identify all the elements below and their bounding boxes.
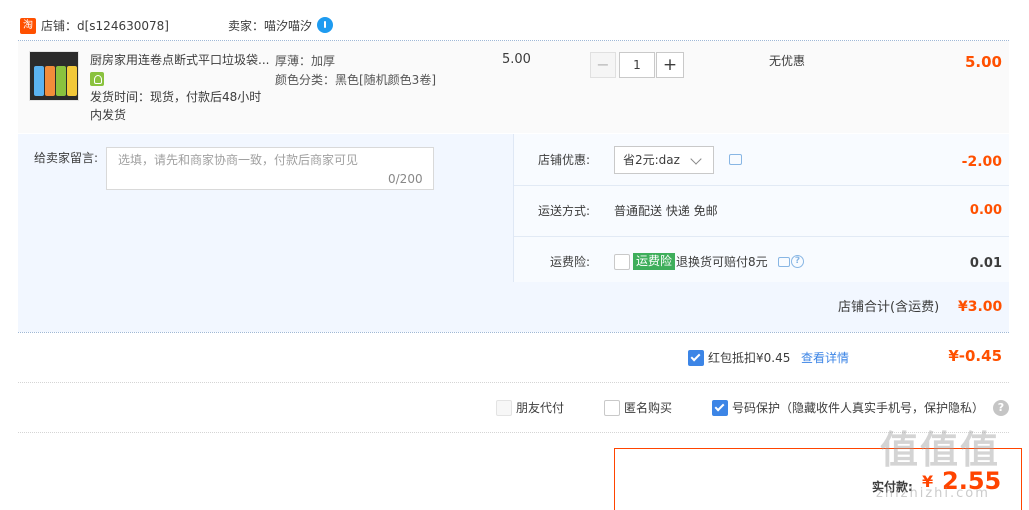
shipping-insurance-text: 退换货可赔付8元	[676, 255, 768, 269]
red-packet-amount: ¥-0.45	[948, 347, 1002, 365]
promo-badge-icon	[90, 72, 104, 86]
check-icon	[690, 351, 701, 362]
taobao-icon: 淘	[20, 18, 36, 34]
unit-price: 5.00	[502, 52, 531, 67]
spec-thickness: 厚薄：加厚	[275, 54, 336, 68]
ship-time: 发货时间：现货，付款后48小时内发货	[90, 90, 262, 122]
shop-discount-amount: -2.00	[961, 154, 1002, 170]
quantity-input[interactable]: 1	[619, 52, 655, 78]
comment-icon[interactable]	[778, 257, 790, 267]
product-thumbnail[interactable]	[29, 51, 79, 101]
help-icon[interactable]: ?	[993, 400, 1009, 416]
red-packet-details-link[interactable]: 查看详情	[801, 350, 849, 366]
product-image-detail	[45, 66, 55, 96]
shipping-insurance-amount: 0.01	[969, 256, 1002, 271]
divider	[18, 332, 1009, 333]
shipping-insurance-badge: 运费险	[633, 253, 676, 270]
quantity-plus-button[interactable]: +	[656, 52, 684, 78]
seller-name[interactable]: 卖家：喵汐喵汐	[228, 18, 312, 34]
divider	[514, 185, 1009, 186]
check-icon	[714, 401, 725, 412]
seller-message-label: 给卖家留言:	[34, 151, 99, 165]
seller-message-placeholder: 选填，请先和商家协商一致，付款后商家可见	[118, 153, 359, 167]
number-protection-checkbox[interactable]	[712, 400, 728, 416]
seller-message-counter: 0/200	[388, 172, 423, 186]
shipping-method-value: 普通配送 快递 免邮	[614, 204, 718, 218]
spec-color: 颜色分类：黑色[随机颜色3卷]	[275, 73, 436, 87]
comment-icon[interactable]	[729, 154, 742, 165]
friend-pay-checkbox[interactable]	[496, 400, 512, 416]
shop-discount-label: 店铺优惠:	[538, 153, 591, 167]
item-discount-text: 无优惠	[769, 54, 806, 68]
chat-icon[interactable]	[317, 17, 333, 33]
shop-name-link[interactable]: 店铺：d[s124630078]	[41, 18, 169, 34]
item-total-price: 5.00	[964, 53, 1002, 71]
divider	[514, 236, 1009, 237]
shipping-amount: 0.00	[969, 203, 1002, 218]
red-packet-text: 红包抵扣¥0.45	[708, 351, 791, 365]
number-protection-label: 号码保护（隐藏收件人真实手机号，保护隐私）	[732, 401, 985, 415]
product-image-detail	[56, 66, 66, 96]
shop-total-amount: ¥3.00	[958, 299, 1003, 315]
watermark-logo: 值值值	[880, 428, 1001, 472]
divider	[18, 432, 1009, 433]
divider	[18, 382, 1009, 383]
anonymous-purchase-checkbox[interactable]	[604, 400, 620, 416]
red-packet-checkbox[interactable]	[688, 350, 704, 366]
help-icon[interactable]: ?	[791, 255, 804, 268]
friend-pay-label: 朋友代付	[516, 401, 565, 415]
quantity-minus-button[interactable]: −	[590, 52, 616, 78]
shop-total-label: 店铺合计(含运费)	[838, 300, 940, 315]
divider	[513, 134, 514, 282]
product-image-detail	[67, 66, 77, 96]
product-title-link[interactable]: 厨房家用连卷点断式平口垃圾袋...	[90, 52, 270, 68]
shipping-insurance-checkbox[interactable]	[614, 254, 630, 270]
product-image-detail	[34, 66, 44, 96]
watermark-url: zhizhizhi.com	[876, 486, 990, 501]
anonymous-purchase-label: 匿名购买	[624, 401, 673, 415]
shipping-method-label: 运送方式:	[538, 204, 591, 218]
shipping-insurance-label: 运费险:	[550, 255, 591, 269]
